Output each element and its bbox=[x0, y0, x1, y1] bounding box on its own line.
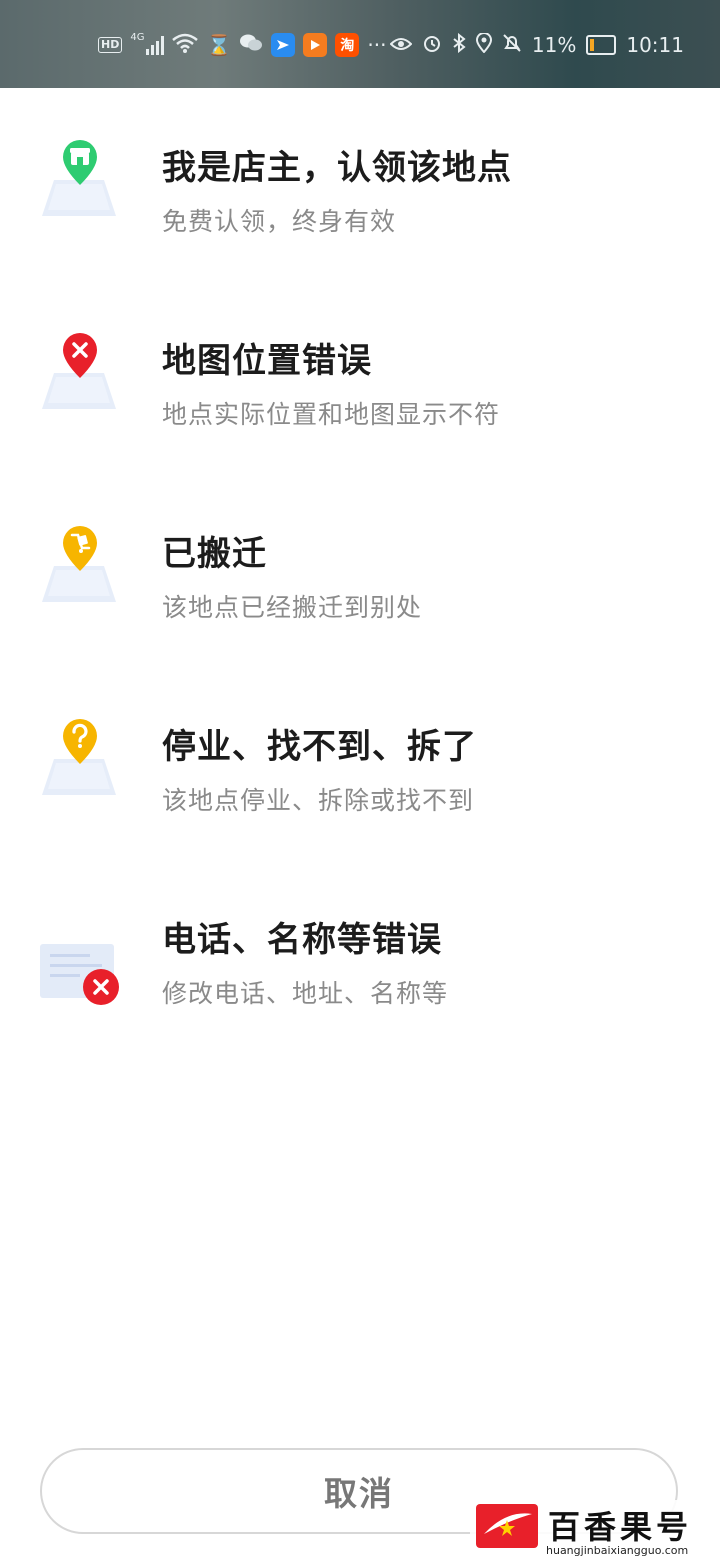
option-subtitle: 地点实际位置和地图显示不符 bbox=[162, 400, 501, 429]
video-icon bbox=[303, 33, 328, 57]
watermark-url: huangjinbaixiangguo.com bbox=[546, 1544, 689, 1557]
option-subtitle: 该地点已经搬迁到别处 bbox=[162, 593, 423, 622]
watermark-logo-icon bbox=[476, 1504, 538, 1548]
clock: 10:11 bbox=[626, 33, 684, 57]
watermark: 百香果号 huangjinbaixiangguo.com bbox=[470, 1500, 720, 1560]
option-wrong-location[interactable]: 地图位置错误 地点实际位置和地图显示不符 bbox=[0, 281, 720, 474]
option-info-error[interactable]: 电话、名称等错误 修改电话、地址、名称等 bbox=[0, 860, 720, 1053]
status-bar: HD 4G ⌛ 淘 ··· 11% 10:11 bbox=[0, 28, 720, 62]
option-title: 地图位置错误 bbox=[162, 341, 372, 381]
store-pin-icon bbox=[38, 138, 122, 222]
bluetooth-icon bbox=[452, 32, 466, 58]
alarm-icon bbox=[422, 33, 442, 58]
option-subtitle: 修改电话、地址、名称等 bbox=[162, 979, 449, 1008]
option-title: 停业、找不到、拆了 bbox=[162, 727, 477, 767]
option-subtitle: 免费认领，终身有效 bbox=[162, 207, 397, 236]
option-claim-place[interactable]: 我是店主，认领该地点 免费认领，终身有效 bbox=[0, 88, 720, 281]
moved-pin-icon bbox=[38, 524, 122, 608]
option-title: 已搬迁 bbox=[162, 534, 267, 574]
mute-bell-icon bbox=[502, 33, 522, 58]
signal-icon bbox=[146, 35, 165, 55]
location-icon bbox=[475, 31, 492, 58]
info-error-icon bbox=[38, 910, 122, 1005]
more-notifications-icon: ··· bbox=[367, 33, 387, 57]
option-subtitle: 该地点停业、拆除或找不到 bbox=[162, 786, 475, 815]
option-title: 电话、名称等错误 bbox=[162, 920, 442, 960]
feishu-icon bbox=[271, 33, 296, 57]
watermark-text: 百香果号 bbox=[548, 1508, 693, 1546]
battery-icon bbox=[586, 35, 617, 55]
hourglass-icon: ⌛ bbox=[206, 33, 232, 57]
option-relocated[interactable]: 已搬迁 该地点已经搬迁到别处 bbox=[0, 474, 720, 667]
wechat-icon bbox=[239, 33, 263, 58]
wifi-icon bbox=[172, 33, 199, 58]
taobao-icon: 淘 bbox=[335, 33, 360, 57]
question-pin-icon bbox=[38, 717, 122, 801]
option-closed[interactable]: 停业、找不到、拆了 该地点停业、拆除或找不到 bbox=[0, 667, 720, 860]
network-type: 4G bbox=[130, 31, 145, 43]
option-title: 我是店主，认领该地点 bbox=[162, 148, 512, 188]
hd-icon: HD bbox=[98, 37, 123, 53]
eye-icon bbox=[389, 33, 413, 57]
error-pin-icon bbox=[38, 331, 122, 415]
report-options-sheet: 我是店主，认领该地点 免费认领，终身有效 地图位置错误 地点实际位置和地图显示不… bbox=[0, 88, 720, 1560]
battery-percent: 11% bbox=[531, 33, 577, 57]
